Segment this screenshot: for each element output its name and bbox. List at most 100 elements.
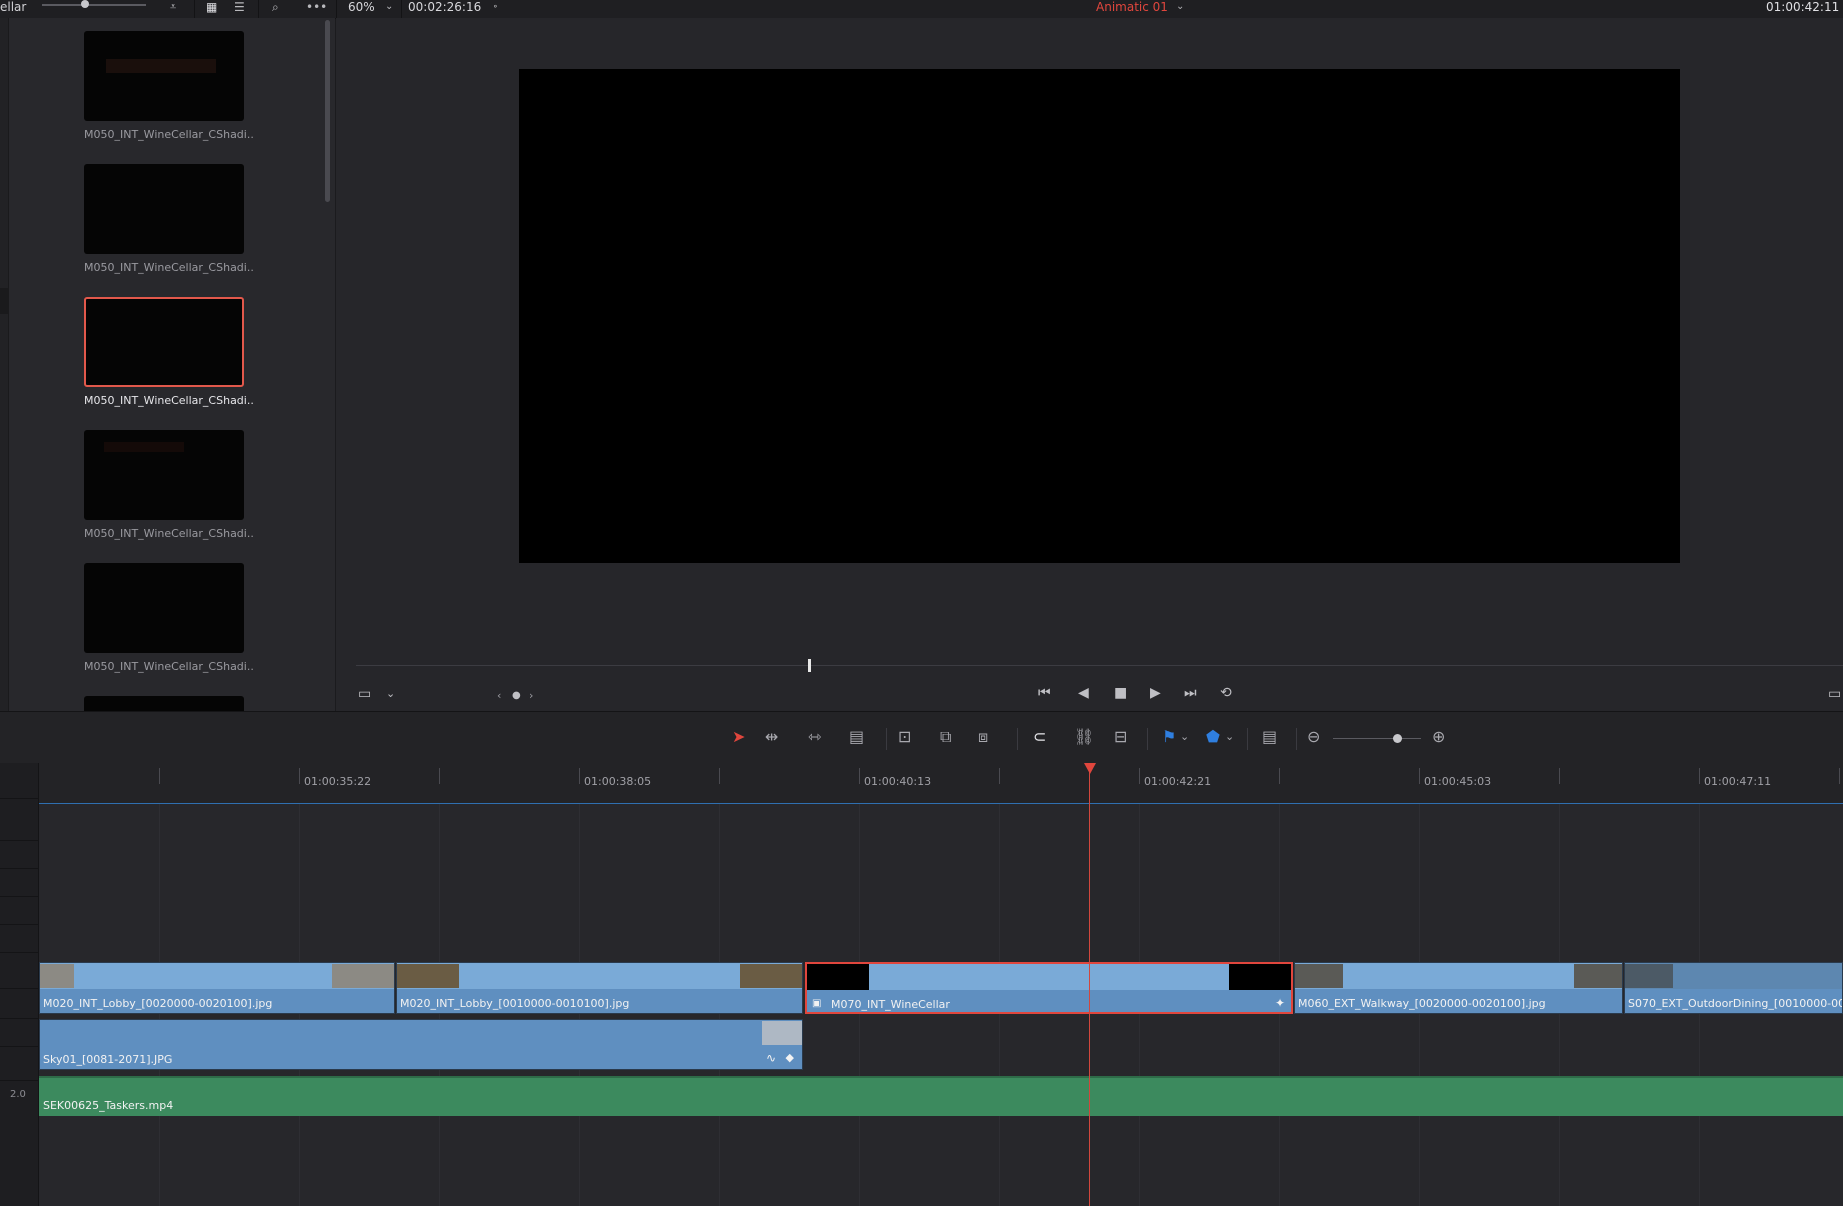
linked-selection-icon[interactable]: ⛓ bbox=[1074, 727, 1094, 747]
retime-curve-icon: ∿ bbox=[765, 1051, 776, 1065]
ruler-tick bbox=[719, 768, 720, 784]
track-header-row[interactable] bbox=[0, 1019, 38, 1047]
ruler-tick bbox=[439, 768, 440, 784]
track-headers: 2.0 bbox=[0, 763, 39, 1206]
clip-thumbnail-strip bbox=[1295, 963, 1622, 989]
list-view-icon[interactable]: ☰ bbox=[234, 0, 245, 14]
viewer-zoom[interactable]: 60% bbox=[348, 0, 375, 14]
clip-frame bbox=[1229, 964, 1291, 990]
snapping-icon[interactable]: ⊂ bbox=[1033, 727, 1046, 747]
go-to-start-icon[interactable]: ⏮ bbox=[1038, 685, 1051, 701]
clip-thumbnail[interactable] bbox=[84, 696, 244, 711]
chevron-down-icon[interactable]: ⌄ bbox=[1176, 0, 1184, 14]
grid-view-icon[interactable]: ▦ bbox=[206, 0, 217, 14]
zoom-out-icon[interactable]: ⊖ bbox=[1307, 727, 1320, 747]
viewer-scrub-bar[interactable] bbox=[356, 665, 1843, 666]
track-header-row[interactable] bbox=[0, 991, 38, 1019]
clip-thumbnail[interactable] bbox=[84, 563, 244, 653]
blade-tool-icon[interactable]: ▤ bbox=[849, 727, 864, 747]
ruler-tick bbox=[159, 768, 160, 784]
clip-thumbnail-selected[interactable] bbox=[84, 297, 244, 387]
clip-name: M060_EXT_Walkway_[0020000-0020100].jpg bbox=[1298, 997, 1546, 1010]
viewer-frame-icon[interactable]: ▭ bbox=[358, 686, 371, 702]
go-to-end-icon[interactable]: ⏭ bbox=[1184, 685, 1197, 701]
ruler-tick bbox=[1419, 768, 1420, 784]
marker-icon[interactable]: ⬟ bbox=[1206, 727, 1220, 747]
track-header-row[interactable] bbox=[0, 925, 38, 953]
sync-dot-icon[interactable]: ⚬ bbox=[492, 0, 499, 14]
viewer-options-icon[interactable]: ▭ bbox=[1828, 686, 1841, 702]
overwrite-clip-icon[interactable]: ⧉ bbox=[940, 727, 951, 747]
clip-thumbnail[interactable] bbox=[84, 164, 244, 254]
clip-thumbnail-strip bbox=[40, 1020, 802, 1045]
timeline-clip[interactable]: Sky01_[0081-2071].JPG ∿ ◆ bbox=[39, 1019, 803, 1070]
clip-frame bbox=[807, 964, 869, 990]
clip-thumbnail-label: M050_INT_WineCellar_CShadi... bbox=[84, 527, 254, 540]
media-pool-scrollbar[interactable] bbox=[325, 20, 330, 202]
divider bbox=[886, 728, 887, 750]
track-header-row[interactable] bbox=[0, 897, 38, 925]
bin-name: ellar bbox=[0, 0, 27, 14]
slider-handle[interactable] bbox=[81, 0, 89, 8]
next-arrow-icon[interactable]: › bbox=[529, 688, 533, 704]
audio-clip[interactable]: SEK00625_Taskers.mp4 bbox=[39, 1076, 1843, 1116]
flag-icon[interactable]: ⚑ bbox=[1162, 727, 1176, 747]
play-icon[interactable]: ▶ bbox=[1150, 685, 1161, 701]
clip-frame bbox=[762, 1021, 802, 1045]
clip-name: M020_INT_Lobby_[0010000-0010100].jpg bbox=[400, 997, 630, 1010]
prev-arrow-icon[interactable]: ‹ bbox=[497, 688, 501, 704]
thumbnail-size-slider[interactable] bbox=[42, 4, 146, 6]
selection-tool-icon[interactable]: ➤ bbox=[732, 727, 745, 747]
divider bbox=[1247, 728, 1248, 750]
viewer-image[interactable] bbox=[519, 69, 1680, 563]
compound-clip-icon: ▣ bbox=[812, 998, 822, 1009]
clip-thumbnail[interactable] bbox=[84, 430, 244, 520]
sort-icon[interactable]: ⩡ bbox=[170, 0, 176, 14]
media-pool-side-strip bbox=[0, 18, 9, 711]
divider bbox=[1017, 728, 1018, 750]
insert-clip-icon[interactable]: ⊡ bbox=[898, 727, 911, 747]
track-header-row[interactable] bbox=[0, 1053, 38, 1081]
keyframe-icon: ◆ bbox=[785, 1051, 794, 1064]
position-lock-icon[interactable]: ⊟ bbox=[1114, 727, 1127, 747]
replace-clip-icon[interactable]: ⧈ bbox=[978, 727, 988, 747]
timeline-name[interactable]: Animatic 01 bbox=[1096, 0, 1168, 14]
zoom-slider-handle[interactable] bbox=[1393, 734, 1402, 743]
stop-icon[interactable]: ■ bbox=[1114, 685, 1127, 701]
thumbnail-detail bbox=[106, 59, 216, 73]
chevron-down-icon[interactable]: ⌄ bbox=[385, 0, 393, 14]
track-header-row[interactable] bbox=[0, 961, 38, 989]
ruler-timecode: 01:00:47:11 bbox=[1704, 775, 1772, 788]
timeline-clip-selected[interactable]: ▣ M070_INT_WineCellar ✦ bbox=[805, 962, 1293, 1014]
trim-tool-icon[interactable]: ⇹ bbox=[765, 727, 778, 747]
more-options-icon[interactable]: ••• bbox=[306, 0, 327, 14]
playhead-handle[interactable] bbox=[1084, 763, 1096, 774]
timeline-zoom-slider[interactable] bbox=[1333, 738, 1421, 739]
timeline-view-options-icon[interactable]: ▤ bbox=[1262, 727, 1277, 747]
timeline-clip[interactable]: M060_EXT_Walkway_[0020000-0020100].jpg bbox=[1294, 962, 1623, 1014]
scrub-playhead[interactable] bbox=[808, 659, 811, 672]
ruler-tick bbox=[1139, 768, 1140, 784]
divider bbox=[1296, 728, 1297, 750]
track-header-row[interactable] bbox=[0, 869, 38, 897]
zoom-in-icon[interactable]: ⊕ bbox=[1432, 727, 1445, 747]
play-reverse-icon[interactable]: ◀ bbox=[1078, 685, 1089, 701]
chevron-down-icon[interactable]: ⌄ bbox=[1180, 727, 1189, 747]
track-header-row[interactable] bbox=[0, 813, 38, 841]
chevron-down-icon[interactable]: ⌄ bbox=[1225, 727, 1234, 747]
timeline-clip[interactable]: M020_INT_Lobby_[0020000-0020100].jpg bbox=[39, 962, 395, 1014]
playhead-line[interactable] bbox=[1089, 770, 1090, 1206]
timeline-clip[interactable]: S070_EXT_OutdoorDining_[0010000-00101 bbox=[1624, 962, 1843, 1014]
panel-tab[interactable] bbox=[0, 288, 8, 314]
chevron-down-icon[interactable]: ⌄ bbox=[386, 686, 395, 702]
search-icon[interactable]: ⌕ bbox=[272, 0, 279, 14]
ruler-timecode: 01:00:42:21 bbox=[1144, 775, 1212, 788]
loop-icon[interactable]: ⟲ bbox=[1220, 685, 1232, 701]
dynamic-trim-icon[interactable]: ⇿ bbox=[808, 727, 821, 747]
timeline-clip[interactable]: M020_INT_Lobby_[0010000-0010100].jpg bbox=[396, 962, 803, 1014]
clip-thumbnail[interactable] bbox=[84, 31, 244, 121]
jog-dot-icon[interactable]: ● bbox=[512, 688, 521, 704]
track-header-row[interactable] bbox=[0, 841, 38, 869]
track-header-row[interactable] bbox=[0, 771, 38, 799]
source-timecode: 00:02:26:16 bbox=[408, 0, 482, 14]
